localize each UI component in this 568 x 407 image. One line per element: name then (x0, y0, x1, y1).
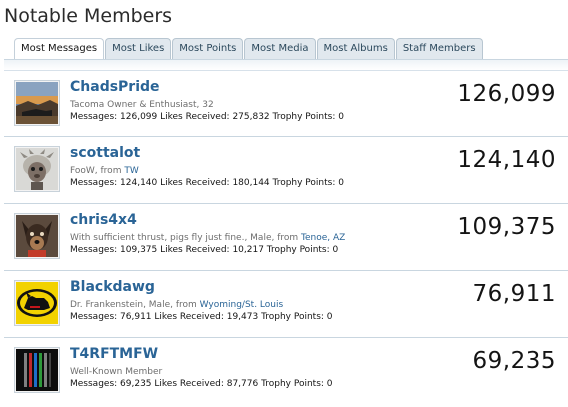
page-title: Notable Members (4, 5, 173, 27)
tab-staff-members[interactable]: Staff Members (395, 38, 483, 59)
user-title: Well-Known Member (70, 367, 162, 377)
member-score: 69,235 (472, 348, 556, 374)
user-title-text: FooW (70, 166, 95, 176)
tab-panel-shade (4, 60, 568, 70)
user-stats: Messages: 126,099 Likes Received: 275,83… (70, 112, 344, 122)
fluffy-creature-avatar[interactable] (14, 146, 60, 192)
user-stats: Messages: 76,911 Likes Received: 19,473 … (70, 312, 333, 322)
username-link[interactable]: Blackdawg (70, 279, 155, 295)
user-extra: Male (148, 300, 171, 310)
user-location-link[interactable]: Wyoming/St. Louis (200, 300, 284, 310)
tab-most-messages[interactable]: Most Messages (14, 38, 105, 60)
member-row: Blackdawg Dr. Frankenstein, Male, from W… (4, 271, 568, 338)
username-link[interactable]: scottalot (70, 145, 140, 161)
striped-flag-avatar[interactable] (14, 347, 60, 393)
user-title: FooW, from TW (70, 166, 139, 176)
member-list: ChadsPride Tacoma Owner & Enthusiast, 32… (4, 70, 568, 405)
landscape-photo-avatar[interactable] (14, 80, 60, 126)
from-label: from (100, 166, 125, 176)
dog-photo-avatar[interactable] (14, 213, 60, 259)
user-extra: Male (250, 233, 272, 243)
member-row: T4RFTMFW Well-Known Member Messages: 69,… (4, 338, 568, 405)
member-row: ChadsPride Tacoma Owner & Enthusiast, 32… (4, 70, 568, 137)
user-title: With sufficient thrust, pigs fly just fi… (70, 233, 345, 243)
user-title-text: Tacoma Owner & Enthusiast (70, 100, 197, 110)
tab-bar: Most Messages Most Likes Most Points Mos… (14, 38, 484, 60)
tab-most-likes[interactable]: Most Likes (105, 38, 172, 59)
username-link[interactable]: chris4x4 (70, 212, 137, 228)
from-label: , from (170, 300, 200, 310)
member-score: 109,375 (457, 214, 556, 240)
user-location-link[interactable]: Tenoe, AZ (301, 233, 345, 243)
user-extra: 32 (202, 100, 214, 110)
from-label: , from (271, 233, 302, 243)
user-title-text: Well-Known Member (70, 367, 163, 377)
user-stats: Messages: 124,140 Likes Received: 180,14… (70, 178, 344, 188)
user-location-link[interactable]: TW (124, 166, 138, 176)
tab-most-points[interactable]: Most Points (172, 38, 244, 59)
username-link[interactable]: T4RFTMFW (70, 346, 158, 362)
member-score: 126,099 (457, 81, 556, 107)
username-link[interactable]: ChadsPride (70, 79, 160, 95)
user-stats: Messages: 109,375 Likes Received: 10,217… (70, 245, 339, 255)
member-row: scottalot FooW, from TW Messages: 124,14… (4, 137, 568, 204)
member-score: 124,140 (457, 147, 556, 173)
black-dog-logo-avatar[interactable] (14, 280, 60, 326)
user-title-text: With sufficient thrust, pigs fly just fi… (70, 233, 245, 243)
member-score: 76,911 (472, 281, 556, 307)
user-stats: Messages: 69,235 Likes Received: 87,776 … (70, 379, 333, 389)
user-title: Dr. Frankenstein, Male, from Wyoming/St.… (70, 300, 283, 310)
member-row: chris4x4 With sufficient thrust, pigs fl… (4, 204, 568, 271)
user-title-text: Dr. Frankenstein (70, 300, 144, 310)
user-title: Tacoma Owner & Enthusiast, 32 (70, 100, 214, 110)
tab-most-albums[interactable]: Most Albums (316, 38, 395, 59)
tab-most-media[interactable]: Most Media (244, 38, 316, 59)
